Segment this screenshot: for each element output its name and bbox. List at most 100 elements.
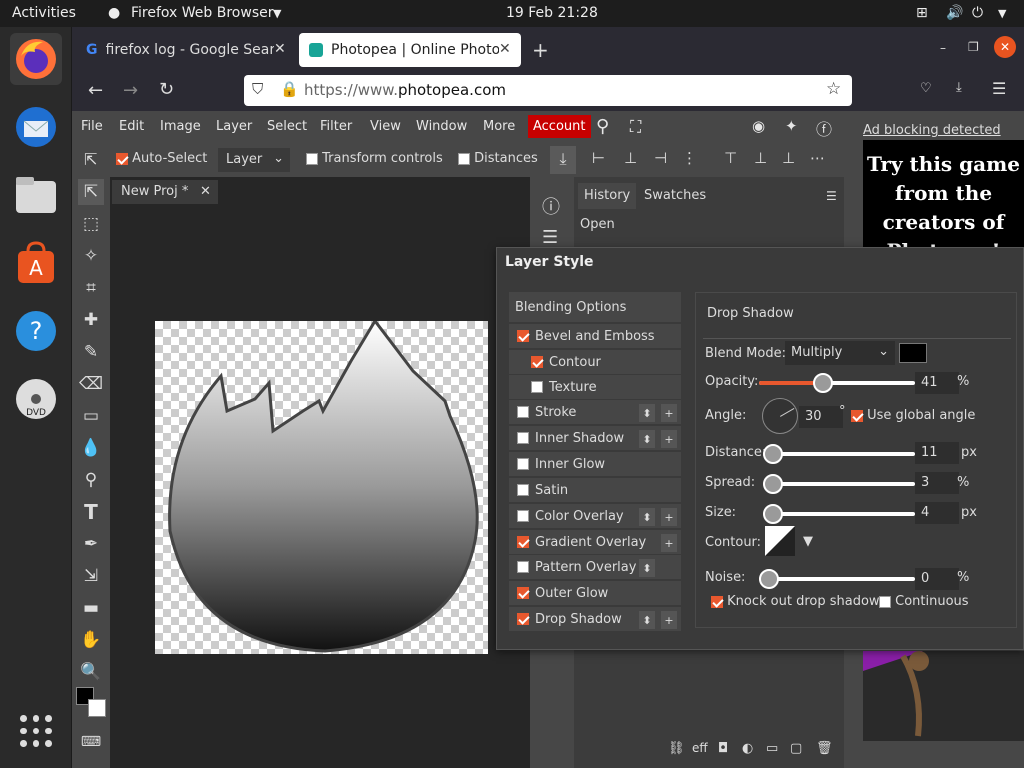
maximize-icon[interactable]: ❐ [968,40,979,54]
style-checkbox[interactable] [517,613,529,625]
style-item-inner-shadow[interactable]: Inner Shadow [509,426,681,451]
magic-wand-icon[interactable]: ✧ [78,243,104,269]
show-apps-icon[interactable] [20,715,52,747]
files-dock-icon[interactable] [10,169,62,221]
reload-icon[interactable]: ↻ [159,79,174,100]
add-effect-icon[interactable]: + [661,508,677,526]
menu-view[interactable]: View [370,119,401,134]
menu-image[interactable]: Image [160,119,201,134]
dvd-dock-icon[interactable]: DVD [10,373,62,425]
layer-mask-icon[interactable]: ◘ [718,741,728,756]
minimize-icon[interactable]: – [940,41,946,55]
document-canvas[interactable] [155,318,488,654]
add-effect-icon[interactable]: + [661,611,677,629]
reorder-icon[interactable]: ⬍ [639,430,655,448]
eraser-tool-icon[interactable]: ⌫ [78,371,104,397]
hamburger-menu-icon[interactable]: ☰ [992,79,1006,98]
style-checkbox[interactable] [517,561,529,573]
close-tab-icon[interactable]: ✕ [274,41,286,57]
hand-tool-icon[interactable]: ✋ [78,627,104,653]
style-item-gradient-overlay[interactable]: Gradient Overlay [509,530,681,555]
blend-mode-select[interactable]: Multiply ⌄ [785,341,895,365]
align-bottom-icon[interactable]: ⊥ [782,149,795,167]
auto-select-checkbox[interactable]: Auto-Select [116,151,207,166]
style-checkbox[interactable] [517,432,529,444]
reorder-icon[interactable]: ⬍ [639,611,655,629]
type-tool-icon[interactable]: T [78,499,104,525]
contour-preview[interactable] [765,526,795,556]
back-icon[interactable]: ← [88,80,103,101]
menu-edit[interactable]: Edit [119,119,144,134]
tab-photopea[interactable]: Photopea | Online Photo Editor ✕ [299,33,521,67]
style-checkbox[interactable] [517,458,529,470]
spread-slider[interactable] [763,474,915,494]
distribute-horizontal-icon[interactable]: ⋯ [810,149,825,167]
distance-input[interactable]: 11 [915,442,959,464]
crop-tool-icon[interactable]: ⌗ [78,275,104,301]
shape-tool-icon[interactable]: ▬ [78,595,104,621]
close-document-icon[interactable]: ✕ [200,184,211,199]
opacity-slider[interactable] [759,373,915,393]
power-icon[interactable]: ⏻ [972,5,983,21]
knockout-checkbox[interactable]: Knock out drop shadow [711,594,880,609]
bookmark-star-icon[interactable]: ☆ [826,79,841,99]
keyboard-icon[interactable]: ⌨ [78,729,104,755]
background-color[interactable] [88,699,106,717]
style-checkbox[interactable] [517,330,529,342]
layer-effects-icon[interactable]: eff [692,741,708,755]
downloads-icon[interactable]: ⤓ [956,80,962,95]
volume-icon[interactable]: 🔊 [946,5,963,21]
close-window-icon[interactable]: ✕ [994,36,1016,58]
new-tab-icon[interactable]: + [532,38,549,62]
continuous-checkbox[interactable]: Continuous [879,594,969,609]
align-top-icon[interactable]: ⊤ [724,149,737,167]
brush-tool-icon[interactable]: ✎ [78,339,104,365]
thunderbird-dock-icon[interactable] [10,101,62,153]
style-item-bevel-emboss[interactable]: Bevel and Emboss [509,324,681,349]
delete-layer-icon[interactable]: 🗑 [816,741,833,756]
distribute-icon[interactable]: ⋮ [682,149,697,167]
transform-controls-checkbox[interactable]: Transform controls [306,151,443,166]
blur-tool-icon[interactable]: 💧 [78,435,104,461]
menu-select[interactable]: Select [267,119,307,134]
info-icon[interactable]: ⓘ [542,193,560,219]
menu-filter[interactable]: Filter [320,119,352,134]
history-item[interactable]: Open [580,217,615,232]
tab-swatches[interactable]: Swatches [644,188,706,203]
style-item-pattern-overlay[interactable]: Pattern Overlay [509,555,681,580]
global-angle-checkbox[interactable]: Use global angle [851,408,975,423]
forward-icon[interactable]: → [123,80,138,101]
software-dock-icon[interactable]: A [10,237,62,289]
align-middle-icon[interactable]: ⊥ [754,149,767,167]
contour-dropdown-icon[interactable]: ▼ [803,534,813,549]
reorder-icon[interactable]: ⬍ [639,508,655,526]
path-select-icon[interactable]: ⇲ [78,563,104,589]
menu-more[interactable]: More [483,119,515,134]
reorder-icon[interactable]: ⬍ [639,559,655,577]
move-tool-icon[interactable]: ⇱ [78,179,104,205]
add-effect-icon[interactable]: + [661,404,677,422]
tab-google-search[interactable]: G firefox log - Google Search ✕ [76,33,294,67]
style-item-drop-shadow[interactable]: Drop Shadow [509,607,681,632]
menu-window[interactable]: Window [416,119,467,134]
align-left-icon[interactable]: ⊢ [592,149,605,167]
facebook-icon[interactable]: ⓕ [816,116,832,140]
panel-menu-icon[interactable]: ☰ [826,189,837,203]
add-effect-icon[interactable]: + [661,534,677,552]
adjustment-layer-icon[interactable]: ◐ [742,741,753,756]
link-layers-icon[interactable]: ⛓ [668,741,685,756]
gradient-tool-icon[interactable]: ▭ [78,403,104,429]
reorder-icon[interactable]: ⬍ [639,404,655,422]
style-item-stroke[interactable]: Stroke [509,400,681,425]
lock-icon[interactable]: 🔒 [280,80,299,98]
size-input[interactable]: 4 [915,502,959,524]
angle-input[interactable]: 30 [799,406,843,428]
adjustments-icon[interactable]: ☰ [542,227,558,248]
ad-game-image[interactable] [863,651,1024,741]
style-item-texture[interactable]: Texture [509,375,681,400]
size-slider[interactable] [763,504,915,524]
style-item-inner-glow[interactable]: Inner Glow [509,452,681,477]
download-icon[interactable]: ⤓ [550,146,576,174]
style-checkbox[interactable] [531,381,543,393]
align-center-icon[interactable]: ⊥ [624,149,637,167]
